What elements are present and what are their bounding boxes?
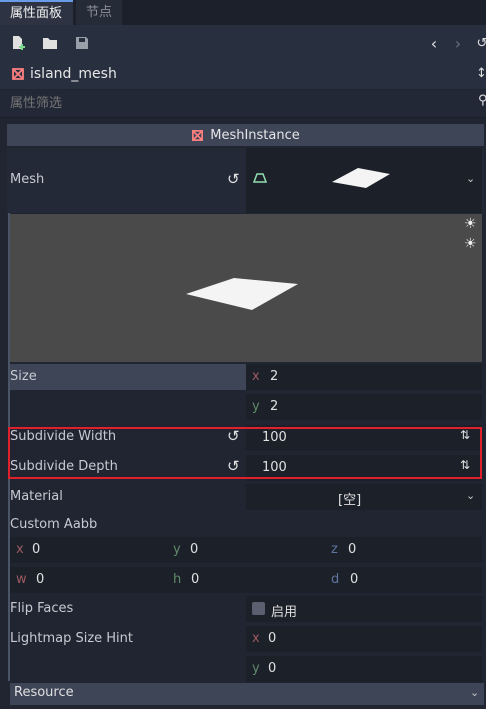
mesh-preview-plane — [186, 278, 298, 310]
flip-faces-value: 启用 — [271, 605, 298, 620]
new-resource-button[interactable] — [8, 33, 28, 53]
mesh-instance-icon — [192, 129, 204, 141]
folder-icon — [43, 38, 57, 49]
subdivide-depth-value: 100 — [262, 460, 287, 475]
subdivide-width-spinbox[interactable]: 100 ⇅ — [246, 425, 482, 451]
object-path-row: island_mesh ↕ — [0, 63, 486, 89]
z-axis-label: z — [331, 542, 338, 557]
x-axis-label: x — [16, 542, 24, 557]
aabb-x-value[interactable]: 0 — [32, 542, 40, 557]
chevron-down-icon[interactable]: ⌄ — [466, 172, 475, 185]
h-axis-label: h — [173, 572, 182, 587]
tab-inspector[interactable]: 属性面板 — [0, 0, 73, 25]
checkbox-unchecked-icon[interactable] — [252, 602, 265, 615]
new-file-icon — [13, 36, 25, 50]
open-resource-button[interactable] — [40, 33, 60, 53]
search-icon: ⚲ — [478, 93, 486, 108]
history-icon: ↺ — [476, 35, 486, 51]
mesh-instance-icon — [12, 68, 24, 80]
chevron-right-icon: › — [454, 33, 462, 53]
lightmap-y-field[interactable]: y 0 — [246, 656, 482, 682]
revert-icon[interactable]: ↺ — [227, 427, 240, 445]
mesh-preview: ☀ ☀ — [10, 214, 482, 362]
mesh-label: Mesh — [10, 172, 45, 187]
y-axis-label: y — [252, 399, 260, 414]
section-title: MeshInstance — [210, 127, 300, 143]
save-icon — [76, 37, 88, 49]
material-resource-picker[interactable]: [空] ⌄ — [246, 484, 482, 510]
tab-node[interactable]: 节点 — [76, 0, 122, 25]
history-forward-button[interactable]: › — [448, 33, 468, 53]
chevron-down-icon[interactable]: ⌄ — [466, 489, 475, 502]
y-axis-label: y — [173, 542, 181, 557]
revert-icon[interactable]: ↺ — [227, 170, 240, 188]
d-axis-label: d — [331, 572, 340, 587]
custom-aabb-size-row: w 0 h 0 d 0 — [10, 567, 482, 593]
aabb-h-value[interactable]: 0 — [191, 572, 199, 587]
history-back-button[interactable]: ‹ — [424, 33, 444, 53]
lightmap-x-field[interactable]: x 0 — [246, 626, 482, 652]
section-header[interactable]: MeshInstance — [7, 124, 484, 146]
material-label: Material — [10, 489, 63, 504]
custom-aabb-position-row: x 0 y 0 z 0 — [10, 537, 482, 563]
inspector-toolbar: ‹ › ↺ — [0, 25, 486, 63]
revert-icon[interactable]: ↺ — [227, 457, 240, 475]
plane-mesh-icon — [253, 173, 267, 183]
chevron-left-icon: ‹ — [430, 33, 438, 53]
flip-faces-label: Flip Faces — [10, 601, 74, 616]
subdivide-depth-spinbox[interactable]: 100 ⇅ — [246, 455, 482, 481]
object-menu-icon[interactable]: ↕ — [476, 66, 486, 81]
aabb-d-value[interactable]: 0 — [350, 572, 358, 587]
lightmap-size-hint-label: Lightmap Size Hint — [10, 631, 133, 646]
w-axis-label: w — [16, 572, 27, 587]
save-resource-button[interactable] — [72, 33, 92, 53]
subdivide-width-label: Subdivide Width — [10, 429, 117, 444]
light-2-toggle-icon[interactable]: ☀ — [464, 236, 477, 252]
mesh-resource-picker[interactable]: ⌄ — [246, 148, 482, 213]
x-axis-label: x — [252, 631, 260, 646]
material-value: [空] — [338, 493, 362, 508]
lightmap-x-value: 0 — [268, 631, 277, 646]
size-label-bg — [10, 364, 246, 390]
lightmap-y-value: 0 — [268, 661, 277, 676]
light-1-toggle-icon[interactable]: ☀ — [464, 216, 477, 232]
chevron-down-icon: ⌄ — [470, 686, 480, 699]
spinner-arrows-icon[interactable]: ⇅ — [460, 428, 470, 442]
resource-label: Resource — [14, 685, 74, 700]
dock-tab-bar: 属性面板 节点 — [0, 0, 486, 25]
size-label: Size — [10, 369, 37, 384]
size-y-field[interactable]: y 2 — [246, 394, 482, 420]
y-axis-label: y — [252, 661, 260, 676]
history-menu-button[interactable]: ↺ — [472, 33, 486, 53]
spinner-arrows-icon[interactable]: ⇅ — [460, 458, 470, 472]
property-filter[interactable]: ⚲ — [0, 90, 486, 118]
aabb-z-value[interactable]: 0 — [348, 542, 356, 557]
aabb-w-value[interactable]: 0 — [36, 572, 44, 587]
custom-aabb-label: Custom Aabb — [10, 517, 98, 532]
size-x-value: 2 — [270, 369, 279, 384]
mesh-thumbnail — [332, 168, 390, 188]
flip-faces-checkbox[interactable]: 启用 — [246, 596, 482, 622]
aabb-y-value[interactable]: 0 — [190, 542, 198, 557]
x-axis-label: x — [252, 369, 260, 384]
filter-input[interactable] — [0, 90, 470, 117]
object-name[interactable]: island_mesh — [30, 66, 117, 82]
size-x-field[interactable]: x 2 — [246, 364, 482, 390]
size-y-value: 2 — [270, 399, 279, 414]
subdivide-width-value: 100 — [262, 430, 287, 445]
resource-section-header[interactable]: Resource ⌄ — [10, 683, 484, 705]
subdivide-depth-label: Subdivide Depth — [10, 459, 118, 474]
